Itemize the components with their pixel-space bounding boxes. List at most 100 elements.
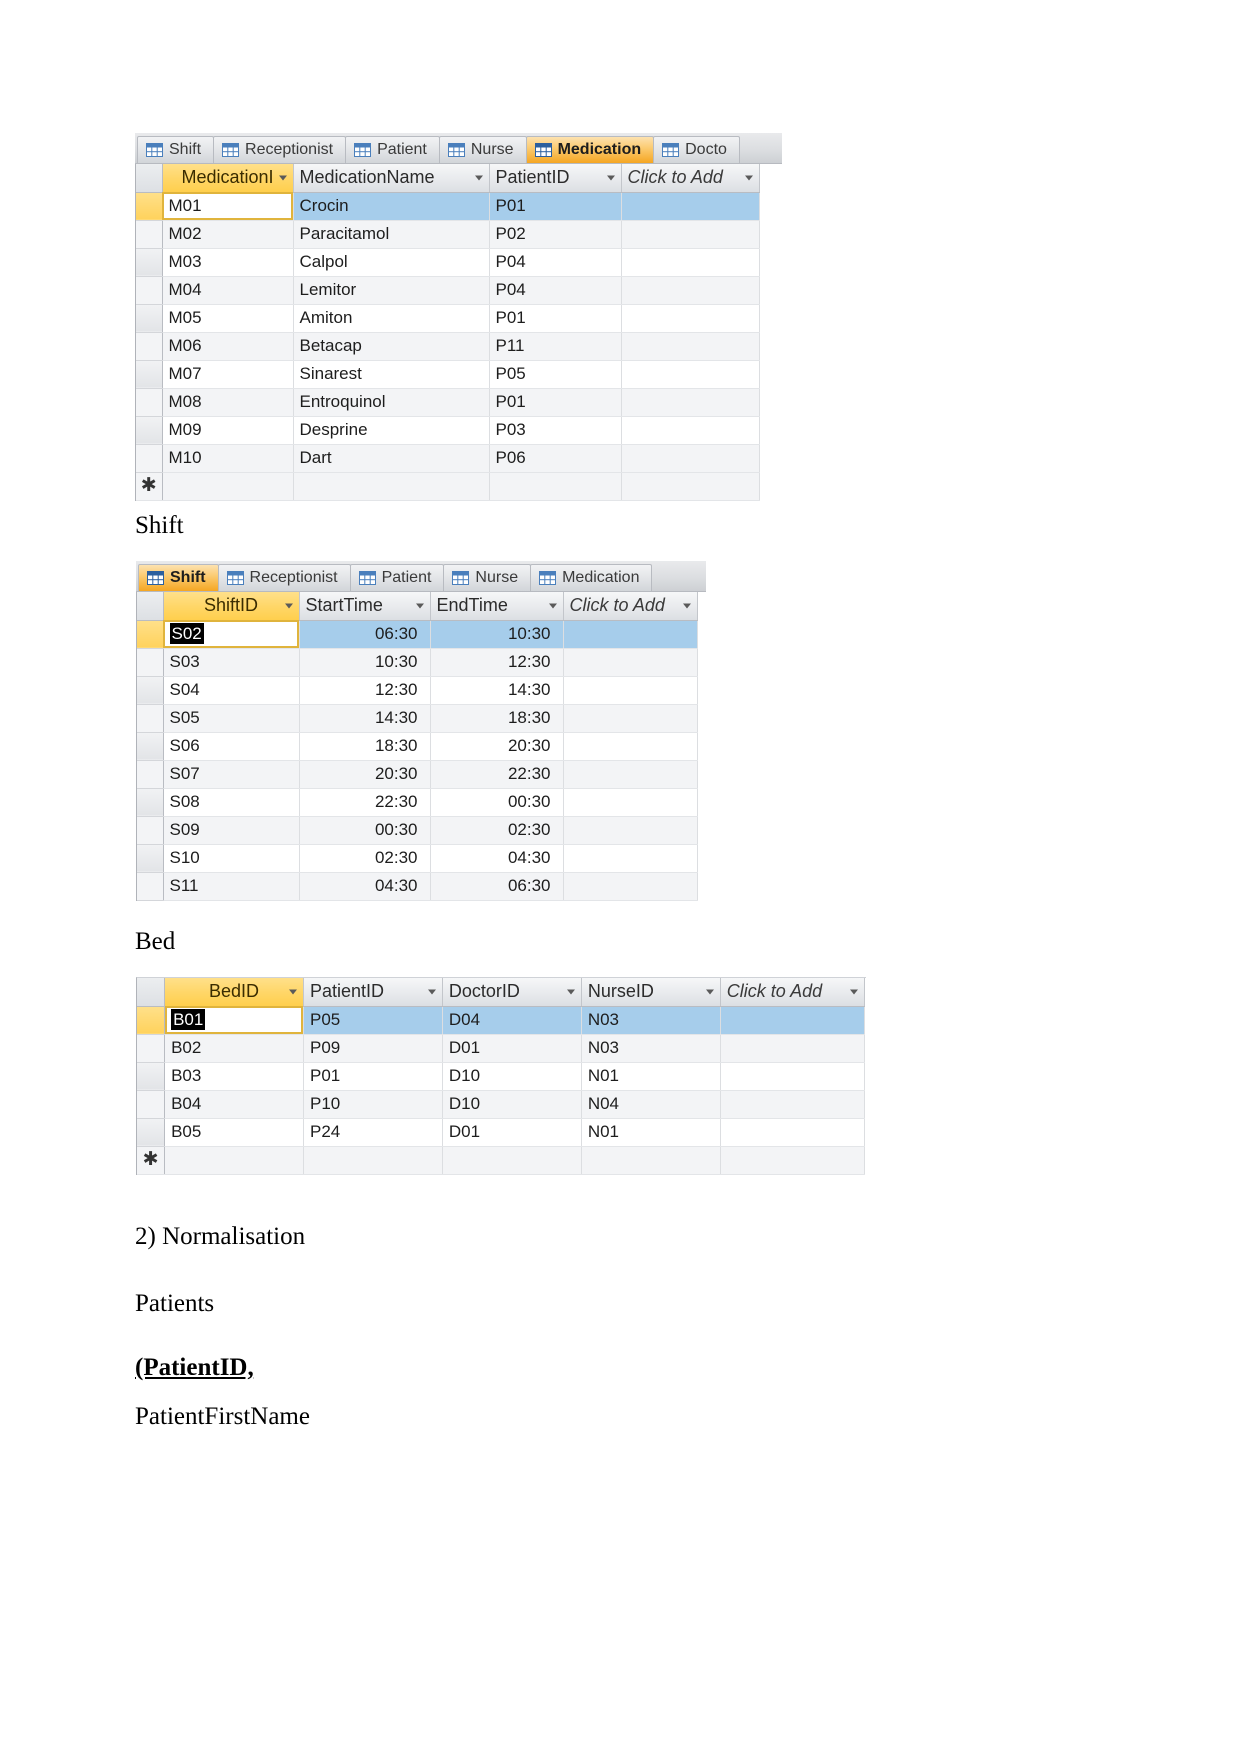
- shift-table-row[interactable]: S02 06:30 10:30: [137, 620, 698, 649]
- row-selector[interactable]: [137, 648, 164, 677]
- medication-table-row[interactable]: M05 Amiton P01: [136, 304, 760, 333]
- shift-cell[interactable]: 18:30: [430, 704, 564, 733]
- medication-cell[interactable]: M05: [162, 304, 294, 333]
- shift-cell[interactable]: [563, 872, 698, 901]
- shift-table-row[interactable]: S03 10:30 12:30: [137, 648, 698, 677]
- shift-cell[interactable]: 22:30: [299, 788, 431, 817]
- bed-cell[interactable]: B04: [164, 1090, 304, 1119]
- shift-cell[interactable]: [563, 844, 698, 873]
- medication-cell[interactable]: P02: [489, 220, 622, 249]
- bed-cell[interactable]: B03: [164, 1062, 304, 1091]
- row-selector[interactable]: [137, 704, 164, 733]
- medication-cell[interactable]: P06: [489, 444, 622, 473]
- medication-table-row[interactable]: M01 Crocin P01: [136, 192, 760, 221]
- shift-datasheet[interactable]: ShiftID StartTime EndTime Click to Add S02 06…: [137, 592, 698, 901]
- medication-cell[interactable]: P04: [489, 248, 622, 277]
- bed-cell[interactable]: [720, 1062, 866, 1091]
- bed-table-row[interactable]: B01 P05 D04 N03: [137, 1006, 866, 1035]
- row-selector[interactable]: [136, 416, 163, 445]
- shift-table-row[interactable]: S08 22:30 00:30: [137, 788, 698, 817]
- medication-table-row[interactable]: M02 Paracitamol P02: [136, 220, 760, 249]
- shift-cell[interactable]: [563, 704, 698, 733]
- medication-tab-strip[interactable]: Shift Receptionist Patient Nurse Medication D…: [135, 133, 782, 164]
- medication-table-row[interactable]: M07 Sinarest P05: [136, 360, 760, 389]
- shift-col-header-shiftid[interactable]: ShiftID: [163, 592, 300, 621]
- medication-table-row[interactable]: M03 Calpol P04: [136, 248, 760, 277]
- row-selector[interactable]: [136, 332, 163, 361]
- row-selector[interactable]: [137, 844, 164, 873]
- chevron-down-icon[interactable]: [548, 603, 557, 609]
- medication-table-row[interactable]: M09 Desprine P03: [136, 416, 760, 445]
- medication-col-header-click-to-add[interactable]: Click to Add: [621, 164, 760, 193]
- shift-cell[interactable]: 20:30: [299, 760, 431, 789]
- row-selector[interactable]: [137, 1118, 166, 1147]
- medication-cell[interactable]: [621, 276, 760, 305]
- bed-cell[interactable]: [164, 1146, 304, 1175]
- bed-cell[interactable]: B01: [164, 1006, 304, 1035]
- shift-tab-medication[interactable]: Medication: [530, 564, 653, 591]
- shift-table-row[interactable]: S11 04:30 06:30: [137, 872, 698, 901]
- medication-cell[interactable]: M06: [162, 332, 294, 361]
- medication-cell[interactable]: M10: [162, 444, 294, 473]
- medication-cell[interactable]: Paracitamol: [293, 220, 490, 249]
- shift-col-header-starttime[interactable]: StartTime: [299, 592, 431, 621]
- medication-cell[interactable]: [621, 388, 760, 417]
- row-selector[interactable]: [137, 732, 164, 761]
- shift-cell[interactable]: 12:30: [430, 648, 564, 677]
- shift-table-row[interactable]: S05 14:30 18:30: [137, 704, 698, 733]
- bed-cell[interactable]: [720, 1090, 866, 1119]
- bed-cell[interactable]: D10: [442, 1090, 582, 1119]
- new-record-asterisk-icon[interactable]: ✱: [136, 472, 163, 501]
- row-selector-header[interactable]: [136, 164, 163, 193]
- medication-cell[interactable]: [621, 304, 760, 333]
- shift-cell[interactable]: S09: [163, 816, 300, 845]
- shift-tab-nurse[interactable]: Nurse: [443, 564, 532, 591]
- medication-cell[interactable]: [621, 444, 760, 473]
- shift-cell[interactable]: 10:30: [430, 620, 564, 649]
- bed-col-header-click-to-add[interactable]: Click to Add: [720, 978, 866, 1007]
- row-selector[interactable]: [137, 1062, 166, 1091]
- bed-col-header-bedid[interactable]: BedID: [164, 978, 304, 1007]
- shift-table-row[interactable]: S10 02:30 04:30: [137, 844, 698, 873]
- bed-col-header-doctorid[interactable]: DoctorID: [442, 978, 582, 1007]
- medication-datasheet[interactable]: MedicationI MedicationName PatientID Click …: [136, 164, 760, 501]
- shift-table-row[interactable]: S09 00:30 02:30: [137, 816, 698, 845]
- bed-table-row[interactable]: B03 P01 D10 N01: [137, 1062, 866, 1091]
- medication-cell[interactable]: M08: [162, 388, 294, 417]
- row-selector[interactable]: [136, 444, 163, 473]
- shift-cell[interactable]: 12:30: [299, 676, 431, 705]
- row-selector-header[interactable]: [137, 592, 164, 621]
- shift-col-header-endtime[interactable]: EndTime: [430, 592, 564, 621]
- medication-cell[interactable]: [621, 332, 760, 361]
- medication-cell[interactable]: [621, 220, 760, 249]
- medication-cell[interactable]: M02: [162, 220, 294, 249]
- bed-cell[interactable]: [720, 1006, 866, 1035]
- medication-cell[interactable]: Lemitor: [293, 276, 490, 305]
- chevron-down-icon[interactable]: [474, 175, 483, 181]
- shift-cell[interactable]: 14:30: [430, 676, 564, 705]
- medication-cell[interactable]: [489, 472, 622, 501]
- bed-cell[interactable]: [303, 1146, 443, 1175]
- shift-cell[interactable]: 18:30: [299, 732, 431, 761]
- medication-cell[interactable]: [621, 248, 760, 277]
- medication-tab-patient[interactable]: Patient: [345, 136, 440, 163]
- shift-cell[interactable]: 02:30: [430, 816, 564, 845]
- chevron-down-icon[interactable]: [850, 989, 858, 995]
- row-selector[interactable]: [137, 620, 164, 649]
- bed-cell[interactable]: [581, 1146, 721, 1175]
- row-selector[interactable]: [137, 760, 164, 789]
- bed-table-row[interactable]: B05 P24 D01 N01: [137, 1118, 866, 1147]
- bed-new-record-row[interactable]: ✱: [137, 1146, 866, 1175]
- shift-cell[interactable]: 00:30: [299, 816, 431, 845]
- medication-table-row[interactable]: M04 Lemitor P04: [136, 276, 760, 305]
- medication-cell[interactable]: [621, 416, 760, 445]
- medication-cell[interactable]: [621, 472, 760, 501]
- chevron-down-icon[interactable]: [278, 175, 287, 181]
- shift-cell[interactable]: 06:30: [299, 620, 431, 649]
- shift-cell[interactable]: 04:30: [299, 872, 431, 901]
- bed-cell[interactable]: [720, 1146, 866, 1175]
- medication-cell[interactable]: M07: [162, 360, 294, 389]
- shift-cell[interactable]: S07: [163, 760, 300, 789]
- medication-cell[interactable]: [162, 472, 294, 501]
- shift-cell[interactable]: 04:30: [430, 844, 564, 873]
